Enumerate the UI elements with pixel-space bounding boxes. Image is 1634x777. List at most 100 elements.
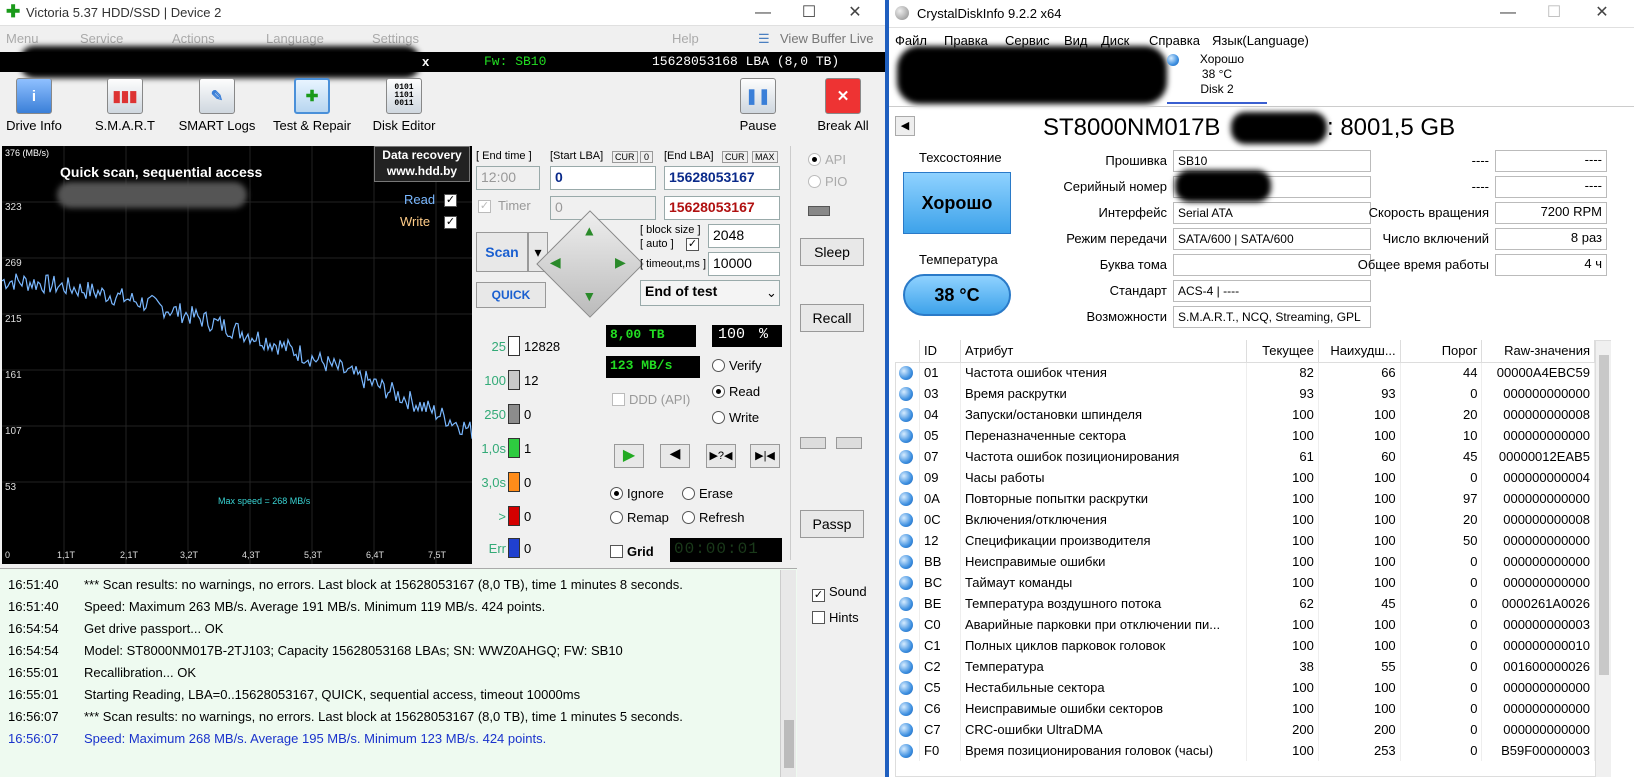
direction-pad[interactable]: ▲ ▶ ◀ ▼ [536, 210, 644, 318]
minimize-icon[interactable]: — [740, 2, 786, 24]
scroll-thumb[interactable] [784, 720, 794, 768]
cdi-menu-language[interactable]: Язык(Language) [1212, 33, 1309, 48]
disk-tab-active[interactable]: Хорошо 38 °C Disk 2 [1167, 52, 1267, 104]
table-row[interactable]: 12 Спецификации производителя 100 100 50 0000… [895, 530, 1595, 551]
table-row[interactable]: BC Таймаут команды 100 100 0 000000000000 [895, 572, 1595, 593]
table-row[interactable]: C1 Полных циклов парковок головок 100 100 0 0… [895, 635, 1595, 656]
table-row[interactable]: 01 Частота ошибок чтения 82 66 44 00000A4EBC5… [895, 362, 1595, 383]
menu-item-actions[interactable]: Actions [172, 31, 215, 46]
small-toggle-2[interactable] [836, 437, 862, 449]
drive-info-button[interactable]: i Drive Info [4, 78, 64, 133]
table-header[interactable]: ID [919, 340, 961, 363]
timer-field[interactable]: 0 [550, 196, 656, 220]
end-lba-field[interactable]: 15628053167 [664, 166, 780, 190]
sleep-button[interactable]: Sleep [800, 238, 864, 266]
table-row[interactable]: BB Неисправимые ошибки 100 100 0 000000000000 [895, 551, 1595, 572]
skip-question-icon[interactable]: ▶?◀ [706, 444, 736, 468]
hints-checkbox[interactable]: Hints [812, 610, 859, 625]
cdi-close-icon[interactable]: ✕ [1579, 2, 1625, 24]
table-header[interactable]: Текущее [1246, 340, 1319, 363]
view-buffer-live[interactable]: View Buffer Live [780, 31, 873, 46]
grid-checkbox[interactable]: Grid [610, 544, 654, 559]
cdi-minimize-icon[interactable]: — [1485, 2, 1531, 24]
cdi-menu-help[interactable]: Справка [1149, 33, 1200, 48]
ddd-checkbox[interactable]: DDD (API) [612, 392, 690, 407]
table-row[interactable]: 05 Переназначенные сектора 100 100 10 0000000… [895, 425, 1595, 446]
api-radio[interactable]: API [808, 152, 846, 167]
table-row[interactable]: 04 Запуски/остановки шпинделя 100 100 20 0000… [895, 404, 1595, 425]
read-radio[interactable]: Read [712, 384, 760, 399]
table-row[interactable]: 0A Повторные попытки раскрутки 100 100 97 000… [895, 488, 1595, 509]
arrow-right-icon[interactable]: ▶ [615, 254, 626, 271]
sound-checkbox[interactable]: ✓ Sound [812, 584, 867, 602]
quick-button[interactable]: QUICK [476, 282, 546, 308]
maximize-icon[interactable]: ☐ [786, 2, 832, 24]
end-of-test-select[interactable]: End of test [640, 280, 780, 306]
close-icon[interactable]: ✕ [832, 2, 878, 24]
table-header[interactable]: Raw-значения [1481, 340, 1595, 363]
view-buffer-icon[interactable]: ☰ [758, 31, 770, 47]
table-row[interactable]: 07 Частота ошибок позиционирования 61 60 45 0… [895, 446, 1595, 467]
auto-checkbox[interactable]: ✓ [686, 238, 699, 251]
log-scrollbar[interactable] [780, 570, 796, 777]
end-time-field[interactable]: 12:00 [476, 166, 540, 190]
table-scroll-thumb[interactable] [1599, 355, 1609, 675]
write-radio[interactable]: Write [712, 410, 759, 425]
table-scrollbar[interactable] [1595, 341, 1611, 777]
scan-button[interactable]: Scan [476, 232, 528, 272]
timer-checkbox[interactable]: ✓ [478, 200, 491, 213]
refresh-radio[interactable]: Refresh [682, 510, 745, 525]
table-row[interactable]: C0 Аварийные парковки при отключении пи..… [895, 614, 1595, 635]
ignore-radio[interactable]: Ignore [610, 486, 664, 501]
end-max-label[interactable]: MAX [752, 151, 778, 163]
menu-item-help[interactable]: Help [672, 31, 699, 46]
verify-radio[interactable]: Verify [712, 358, 762, 373]
passp-button[interactable]: Passp [800, 510, 864, 538]
menu-item-settings[interactable]: Settings [372, 31, 419, 46]
table-row[interactable]: C2 Температура 38 55 0 001600000026 [895, 656, 1595, 677]
smart-logs-button[interactable]: ✎ SMART Logs [176, 78, 258, 133]
pause-button[interactable]: ❚❚ Pause [730, 78, 786, 133]
erase-radio[interactable]: Erase [682, 486, 733, 501]
cdi-maximize-icon[interactable]: ☐ [1531, 2, 1577, 24]
table-row[interactable]: C6 Неисправимые ошибки секторов 100 100 0 000… [895, 698, 1595, 719]
read-checkbox[interactable]: ✓ [444, 194, 457, 207]
table-row[interactable]: F0 Время позиционирования головок (часы) 1… [895, 740, 1595, 761]
menu-item-language[interactable]: Language [266, 31, 324, 46]
table-row[interactable]: C7 CRC-ошибки UltraDMA 200 200 0 000000000000 [895, 719, 1595, 740]
start-cur-label[interactable]: CUR [612, 151, 638, 163]
end-lba-field-2[interactable]: 15628053167 [664, 196, 780, 220]
status-close-x[interactable]: x [422, 54, 429, 69]
test-repair-button[interactable]: ✚ Test & Repair [268, 78, 356, 133]
table-row[interactable]: BE Температура воздушного потока 62 45 0 0000… [895, 593, 1595, 614]
end-skip-icon[interactable]: ▶|◀ [750, 444, 780, 468]
arrow-left-icon[interactable]: ◀ [550, 254, 561, 271]
table-header[interactable]: Порог [1400, 340, 1483, 363]
arrow-up-icon[interactable]: ▲ [582, 223, 596, 239]
break-all-button[interactable]: ✕ Break All [808, 78, 878, 133]
menu-item-menu[interactable]: Menu [6, 31, 39, 46]
end-cur-label[interactable]: CUR [722, 151, 748, 163]
table-row[interactable]: 09 Часы работы 100 100 0 000000000004 [895, 467, 1595, 488]
start-zero-label[interactable]: 0 [640, 151, 654, 163]
timeout-select[interactable]: 10000 [708, 252, 780, 276]
write-checkbox[interactable]: ✓ [444, 216, 457, 229]
pio-radio[interactable]: PIO [808, 174, 847, 189]
rewind-icon[interactable]: ◀ [660, 444, 690, 468]
table-header[interactable]: Наихудш... [1318, 340, 1401, 363]
arrow-down-icon[interactable]: ▼ [582, 288, 596, 304]
play-icon[interactable]: ▶ [614, 444, 644, 468]
table-row[interactable]: 03 Время раскрутки 93 93 0 000000000000 [895, 383, 1595, 404]
block-size-select[interactable]: 2048 [708, 224, 780, 248]
table-row[interactable]: C5 Нестабильные сектора 100 100 0 00000000000… [895, 677, 1595, 698]
small-toggle-1[interactable] [800, 437, 826, 449]
smart-button[interactable]: ▮▮▮ S.M.A.R.T [90, 78, 160, 133]
table-header[interactable]: Атрибут [960, 340, 1248, 363]
remap-radio[interactable]: Remap [610, 510, 669, 525]
recall-button[interactable]: Recall [800, 304, 864, 332]
start-lba-field[interactable]: 0 [550, 166, 656, 190]
disk-editor-button[interactable]: 0101 1101 0011 Disk Editor [366, 78, 442, 133]
prev-disk-button[interactable]: ◀ [895, 116, 915, 136]
table-row[interactable]: 0C Включения/отключения 100 100 20 0000000000… [895, 509, 1595, 530]
menu-item-service[interactable]: Service [80, 31, 123, 46]
